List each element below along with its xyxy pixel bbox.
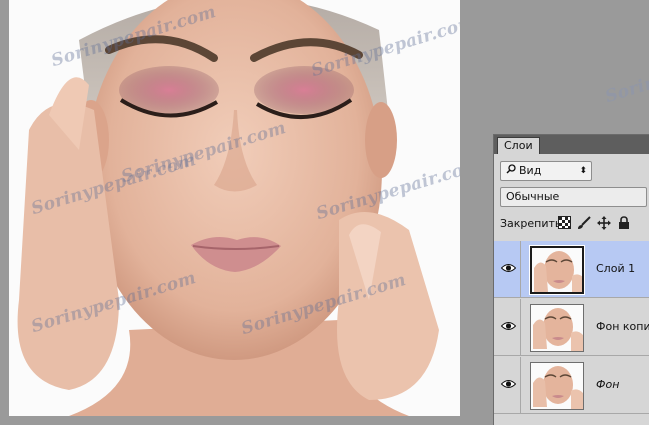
visibility-toggle[interactable] bbox=[494, 299, 521, 355]
lock-label: Закрепить: bbox=[500, 217, 566, 230]
visibility-toggle[interactable] bbox=[494, 241, 521, 297]
layer-name[interactable]: Слой 1 bbox=[596, 262, 635, 275]
document-canvas[interactable]: Sorinypepair.com Sorinypepair.com Soriny… bbox=[9, 0, 460, 416]
layer-name[interactable]: Фон bbox=[596, 378, 619, 391]
search-icon bbox=[506, 162, 519, 180]
layer-row[interactable]: Фон копия bbox=[494, 299, 649, 356]
layer-row[interactable]: Фон bbox=[494, 357, 649, 414]
updown-arrows-icon: ⬍ bbox=[579, 166, 587, 176]
layer-thumbnail bbox=[530, 362, 584, 410]
tab-layers[interactable]: Слои bbox=[497, 137, 540, 154]
layer-row[interactable]: Слой 1 bbox=[494, 241, 649, 298]
blend-mode-value: Обычные bbox=[506, 190, 560, 203]
layers-panel: Слои Вид ⬍ Обычные Закрепить: Слой 1 Фон… bbox=[493, 134, 649, 425]
watermark: Sorinypepair.com bbox=[603, 37, 649, 108]
layer-name[interactable]: Фон копия bbox=[596, 320, 649, 333]
lock-all-icon[interactable] bbox=[618, 216, 632, 230]
blend-mode-dropdown[interactable]: Обычные bbox=[500, 187, 647, 207]
visibility-toggle[interactable] bbox=[494, 357, 521, 413]
panel-tab-bar: Слои bbox=[494, 135, 649, 154]
layer-filter-dropdown[interactable]: Вид ⬍ bbox=[500, 161, 592, 181]
eye-icon bbox=[501, 380, 516, 388]
layer-thumbnail bbox=[529, 245, 585, 295]
lock-transparent-pixels-icon[interactable] bbox=[558, 216, 572, 230]
eye-icon bbox=[501, 322, 516, 330]
layer-thumbnail bbox=[530, 304, 584, 352]
eye-icon bbox=[501, 264, 516, 272]
lock-image-pixels-icon[interactable] bbox=[577, 216, 591, 230]
lock-position-icon[interactable] bbox=[597, 216, 611, 230]
lock-row: Закрепить: bbox=[500, 216, 649, 232]
filter-label: Вид bbox=[519, 164, 542, 177]
